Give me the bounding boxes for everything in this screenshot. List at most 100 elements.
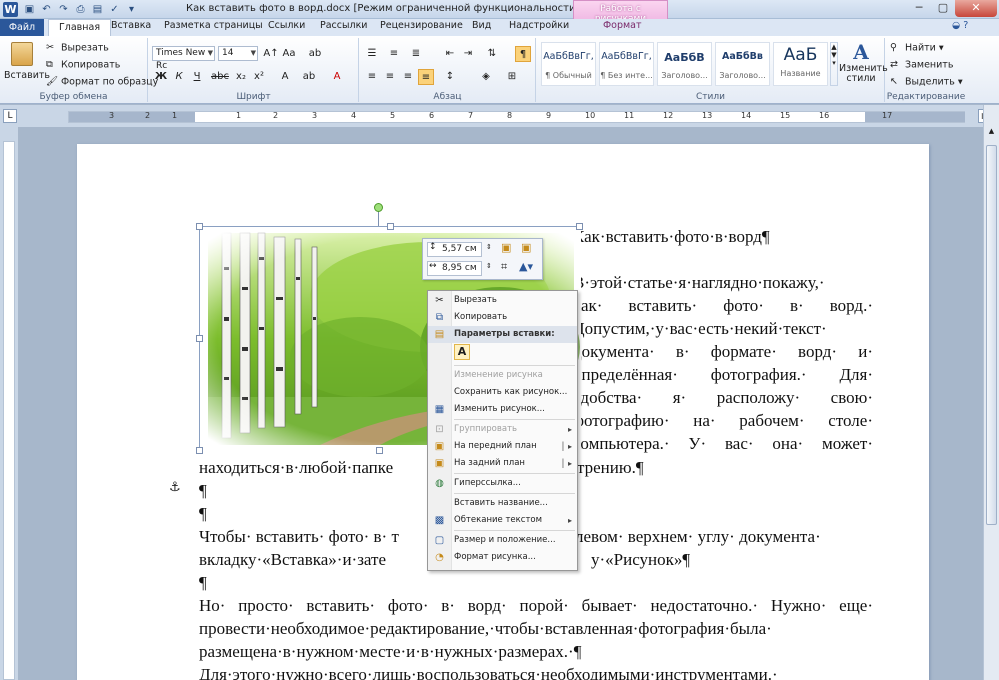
- tab-selector-icon[interactable]: L: [3, 109, 17, 123]
- customize-icon[interactable]: ▾: [124, 2, 139, 17]
- vertical-scrollbar[interactable]: ▲: [983, 105, 999, 680]
- minimize-icon[interactable]: ─: [907, 0, 931, 17]
- scroll-up-icon[interactable]: ▲: [986, 127, 997, 139]
- maximize-icon[interactable]: ▢: [931, 0, 955, 17]
- doc-line[interactable]: удобства· я· расположу· свою·: [573, 388, 873, 408]
- print-icon[interactable]: ⎙: [73, 2, 88, 17]
- find-button[interactable]: ⚲ Найти ▾: [890, 42, 944, 54]
- spin-icon[interactable]: ⇕: [486, 243, 492, 251]
- resize-handle[interactable]: [376, 447, 383, 454]
- doc-line[interactable]: фотографию· на· рабочем· столе·: [573, 411, 873, 431]
- redo-icon[interactable]: ↷: [56, 2, 71, 17]
- format-painter-button[interactable]: 🖌 Формат по образцу: [46, 76, 158, 88]
- decrease-indent-icon[interactable]: ⇤: [442, 46, 458, 62]
- menu-item-format-picture[interactable]: ◔ Формат рисунка...: [428, 549, 577, 566]
- doc-line[interactable]: Чтобы· вставить· фото· в· т: [199, 527, 399, 547]
- resize-handle[interactable]: [196, 447, 203, 454]
- bullets-icon[interactable]: ☰: [364, 46, 380, 62]
- cut-button[interactable]: ✂ Вырезать: [46, 42, 109, 54]
- ruler-strip[interactable]: 3 2 1 1 2 3 4 5 6 7 8 9 10 11 12 13 14 1…: [68, 111, 965, 123]
- font-size-combo[interactable]: 14 ▼: [218, 46, 258, 61]
- spin-icon[interactable]: ⇕: [486, 262, 492, 270]
- close-icon[interactable]: ✕: [955, 0, 997, 17]
- multilevel-list-icon[interactable]: ≣: [408, 46, 424, 62]
- tab-insert[interactable]: Вставка: [111, 20, 151, 31]
- doc-line[interactable]: у·«Рисунок»¶: [591, 550, 690, 570]
- subscript-icon[interactable]: x₂: [233, 69, 249, 85]
- tab-file[interactable]: Файл: [0, 19, 44, 36]
- tab-page-layout[interactable]: Разметка страницы: [164, 20, 263, 31]
- word-app-icon[interactable]: W: [3, 2, 18, 17]
- grow-font-icon[interactable]: A↑: [263, 46, 279, 62]
- align-center-icon[interactable]: ≡: [382, 69, 398, 85]
- superscript-icon[interactable]: x²: [251, 69, 267, 85]
- save-icon[interactable]: ▣: [22, 2, 37, 17]
- menu-item-save-as-picture[interactable]: Сохранить как рисунок...: [428, 384, 577, 401]
- doc-line[interactable]: ¶: [199, 481, 207, 501]
- tab-references[interactable]: Ссылки: [268, 20, 305, 31]
- highlight-icon[interactable]: ab: [301, 69, 317, 85]
- style-heading-2[interactable]: АаБбВв Заголово...: [715, 42, 770, 86]
- justify-icon[interactable]: ≡: [418, 69, 434, 85]
- doc-line[interactable]: трению.¶: [577, 458, 644, 478]
- paste-keep-text-only-icon[interactable]: A: [454, 344, 470, 360]
- styles-scroll-icon[interactable]: ▲ ▼ ▾: [830, 42, 838, 86]
- tab-addins[interactable]: Надстройки: [509, 20, 569, 31]
- shrink-font-icon[interactable]: Aa: [281, 46, 297, 62]
- line-spacing-icon[interactable]: ↕: [442, 69, 458, 85]
- send-back-icon[interactable]: ▣: [521, 241, 531, 254]
- resize-handle[interactable]: [387, 223, 394, 230]
- align-right-icon[interactable]: ≡: [400, 69, 416, 85]
- menu-item-change-picture[interactable]: ▦ Изменить рисунок...: [428, 401, 577, 418]
- doc-line[interactable]: Для·этого·нужно·всего·лишь·воспользовать…: [199, 665, 873, 680]
- paste-button[interactable]: Вставить: [4, 42, 50, 81]
- doc-line[interactable]: провести·необходимое·редактирование,·что…: [199, 619, 873, 639]
- tab-view[interactable]: Вид: [472, 20, 491, 31]
- scroll-thumb[interactable]: [986, 145, 997, 525]
- doc-line[interactable]: размещена·в·нужном·месте·и·в·нужных·разм…: [199, 642, 581, 662]
- borders-icon[interactable]: ⊞: [504, 69, 520, 85]
- doc-line[interactable]: находиться·в·любой·папке: [199, 458, 393, 478]
- show-formatting-icon[interactable]: ¶: [515, 46, 531, 62]
- print-preview-icon[interactable]: ▤: [90, 2, 105, 17]
- doc-line[interactable]: как· вставить· фото· в· ворд.·: [573, 296, 873, 316]
- copy-button[interactable]: ⧉ Копировать: [46, 59, 120, 71]
- menu-item-hyperlink[interactable]: ◍ Гиперссылка...: [428, 475, 577, 492]
- menu-item-insert-caption[interactable]: Вставить название...: [428, 495, 577, 512]
- spelling-icon[interactable]: ✓: [107, 2, 122, 17]
- style-heading-1[interactable]: АаБбВ Заголово...: [657, 42, 712, 86]
- resize-handle[interactable]: [576, 223, 583, 230]
- shading-icon[interactable]: ◈: [478, 69, 494, 85]
- doc-line[interactable]: В·этой·статье·я·наглядно·покажу,·: [573, 273, 873, 293]
- style-title[interactable]: АаБ Название: [773, 42, 828, 86]
- doc-line[interactable]: Допустим,·у·вас·есть·некий·текст·: [573, 319, 873, 339]
- tab-format[interactable]: Формат: [603, 20, 642, 31]
- menu-item-send-back[interactable]: ▣ На задний план │ ▸: [428, 455, 577, 472]
- select-button[interactable]: ↖ Выделить ▾: [890, 76, 963, 88]
- doc-line[interactable]: ¶: [199, 504, 207, 524]
- menu-item-cut[interactable]: ✂ Вырезать: [428, 292, 577, 309]
- change-styles-button[interactable]: A Изменить стили: [839, 40, 888, 84]
- doc-line[interactable]: документа· в· формате· ворд· и·: [573, 342, 873, 362]
- doc-line[interactable]: компьютера.· У· вас· она· может·: [573, 434, 873, 454]
- resize-handle[interactable]: [196, 223, 203, 230]
- underline-icon[interactable]: Ч: [189, 69, 205, 85]
- doc-line[interactable]: Но· просто· вставить· фото· в· ворд· пор…: [199, 596, 873, 616]
- tab-home[interactable]: Главная: [48, 19, 112, 36]
- undo-icon[interactable]: ↶: [39, 2, 54, 17]
- text-effects-icon[interactable]: A: [277, 69, 293, 85]
- help-icon[interactable]: ◒ ?: [952, 20, 968, 31]
- menu-item-copy[interactable]: ⧉ Копировать: [428, 309, 577, 326]
- doc-line[interactable]: ¶: [199, 573, 207, 593]
- style-no-spacing[interactable]: АаБбВвГг, ¶ Без инте...: [599, 42, 654, 86]
- resize-handle[interactable]: [196, 335, 203, 342]
- crop-icon[interactable]: ⌗: [501, 260, 507, 274]
- rotation-handle[interactable]: [374, 203, 383, 212]
- doc-heading[interactable]: Как·вставить·фото·в·ворд¶: [573, 227, 770, 247]
- font-name-combo[interactable]: Times New Rc ▼: [152, 46, 215, 71]
- italic-icon[interactable]: К: [171, 69, 187, 85]
- increase-indent-icon[interactable]: ⇥: [460, 46, 476, 62]
- menu-item-text-wrap[interactable]: ▩ Обтекание текстом ▸: [428, 512, 577, 529]
- bold-icon[interactable]: Ж: [153, 69, 169, 85]
- doc-line[interactable]: левом· верхнем· углу· документа·: [575, 527, 821, 547]
